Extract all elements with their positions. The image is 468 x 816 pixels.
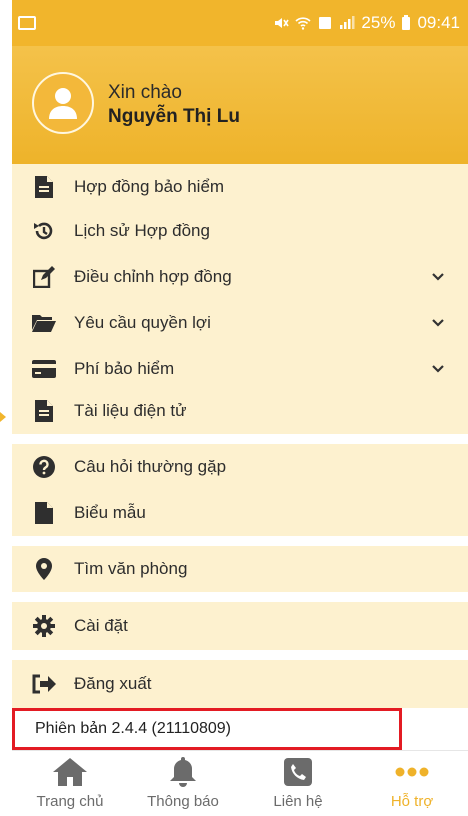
- file-icon: [32, 501, 56, 525]
- edge-indicator: [0, 412, 6, 422]
- menu-item-e-documents[interactable]: Tài liệu điện tử: [12, 388, 468, 434]
- nav-label: Thông báo: [147, 793, 219, 810]
- gear-icon: [32, 614, 56, 638]
- menu-item-adjust-contract[interactable]: Điều chỉnh hợp đồng: [12, 254, 468, 300]
- app-version: Phiên bản 2.4.4 (21110809): [12, 708, 402, 750]
- document-icon: [32, 399, 56, 423]
- question-circle-icon: [32, 455, 56, 479]
- sim-icon: [319, 17, 332, 29]
- history-icon: [32, 219, 56, 243]
- nav-label: Trang chủ: [36, 793, 104, 810]
- menu-item-label: Biểu mẫu: [74, 503, 146, 522]
- menu-item-find-office[interactable]: Tìm văn phòng: [12, 546, 468, 592]
- menu-item-label: Tìm văn phòng: [74, 559, 188, 578]
- folder-open-icon: [32, 311, 56, 335]
- avatar[interactable]: [32, 72, 94, 134]
- chevron-down-icon[interactable]: [430, 315, 446, 331]
- bell-icon: [166, 757, 200, 787]
- battery-icon: [402, 15, 411, 30]
- user-icon: [49, 88, 77, 119]
- menu-item-faq[interactable]: Câu hỏi thường gặp: [12, 444, 468, 490]
- nav-label: Hỗ trợ: [390, 793, 434, 810]
- edit-icon: [32, 265, 56, 289]
- profile-header: Xin chào Nguyễn Thị Lu: [12, 46, 468, 164]
- menu-item-label: Đăng xuất: [74, 674, 152, 693]
- menu-item-label: Phí bảo hiểm: [74, 359, 175, 378]
- menu-item-forms[interactable]: Biểu mẫu: [12, 490, 468, 536]
- menu-item-label: Tài liệu điện tử: [74, 401, 187, 420]
- gallery-notification-icon: [18, 16, 36, 30]
- bottom-nav: Trang chủ Thông báo Liên hệ Hỗ trợ: [12, 750, 468, 816]
- map-pin-icon: [32, 557, 56, 581]
- menu-item-label: Điều chỉnh hợp đồng: [74, 267, 232, 286]
- menu-item-label: Cài đặt: [74, 616, 128, 635]
- wifi-icon: [295, 17, 311, 30]
- menu-item-claims[interactable]: Yêu cầu quyền lợi: [12, 300, 468, 346]
- nav-notifications[interactable]: Thông báo: [127, 757, 239, 810]
- nav-label: Liên hệ: [273, 793, 323, 810]
- menu-group-settings: Cài đặt: [12, 602, 468, 650]
- nav-home[interactable]: Trang chủ: [14, 757, 126, 810]
- status-bar: 25% 09:41: [12, 0, 468, 46]
- menu-group-logout: Đăng xuất: [12, 660, 468, 708]
- menu-group-contract: Hợp đồng bảo hiểm Lịch sử Hợp đồng Điều …: [12, 164, 468, 434]
- menu-item-contract-history[interactable]: Lịch sử Hợp đồng: [12, 208, 468, 254]
- menu-item-logout[interactable]: Đăng xuất: [12, 661, 468, 707]
- signal-icon: [340, 16, 355, 29]
- menu-item-label: Yêu cầu quyền lợi: [74, 313, 211, 332]
- clock-time: 09:41: [417, 13, 460, 32]
- mute-icon: [275, 18, 290, 28]
- battery-percent: 25%: [361, 13, 396, 32]
- credit-card-icon: [32, 357, 56, 381]
- phone-icon: [281, 757, 315, 787]
- menu-item-label: Hợp đồng bảo hiểm: [74, 177, 225, 196]
- menu-item-settings[interactable]: Cài đặt: [12, 603, 468, 649]
- nav-support[interactable]: Hỗ trợ: [356, 757, 468, 810]
- home-icon: [53, 757, 87, 787]
- menu-group-help: Câu hỏi thường gặp Biểu mẫu: [12, 444, 468, 536]
- document-icon: [32, 175, 56, 199]
- menu-group-office: Tìm văn phòng: [12, 546, 468, 592]
- menu-item-premium[interactable]: Phí bảo hiểm: [12, 346, 468, 392]
- version-text: Phiên bản 2.4.4 (21110809): [35, 720, 232, 737]
- menu-item-label: Câu hỏi thường gặp: [74, 457, 227, 476]
- nav-contact[interactable]: Liên hệ: [242, 757, 354, 810]
- chevron-down-icon[interactable]: [430, 269, 446, 285]
- more-dots-icon: [395, 757, 429, 787]
- greeting-text: Xin chào: [108, 82, 182, 103]
- menu-item-contract[interactable]: Hợp đồng bảo hiểm: [12, 164, 468, 210]
- sign-out-icon: [32, 672, 56, 696]
- menu-item-label: Lịch sử Hợp đồng: [74, 221, 210, 240]
- chevron-down-icon[interactable]: [430, 361, 446, 377]
- user-name: Nguyễn Thị Lu: [108, 106, 240, 127]
